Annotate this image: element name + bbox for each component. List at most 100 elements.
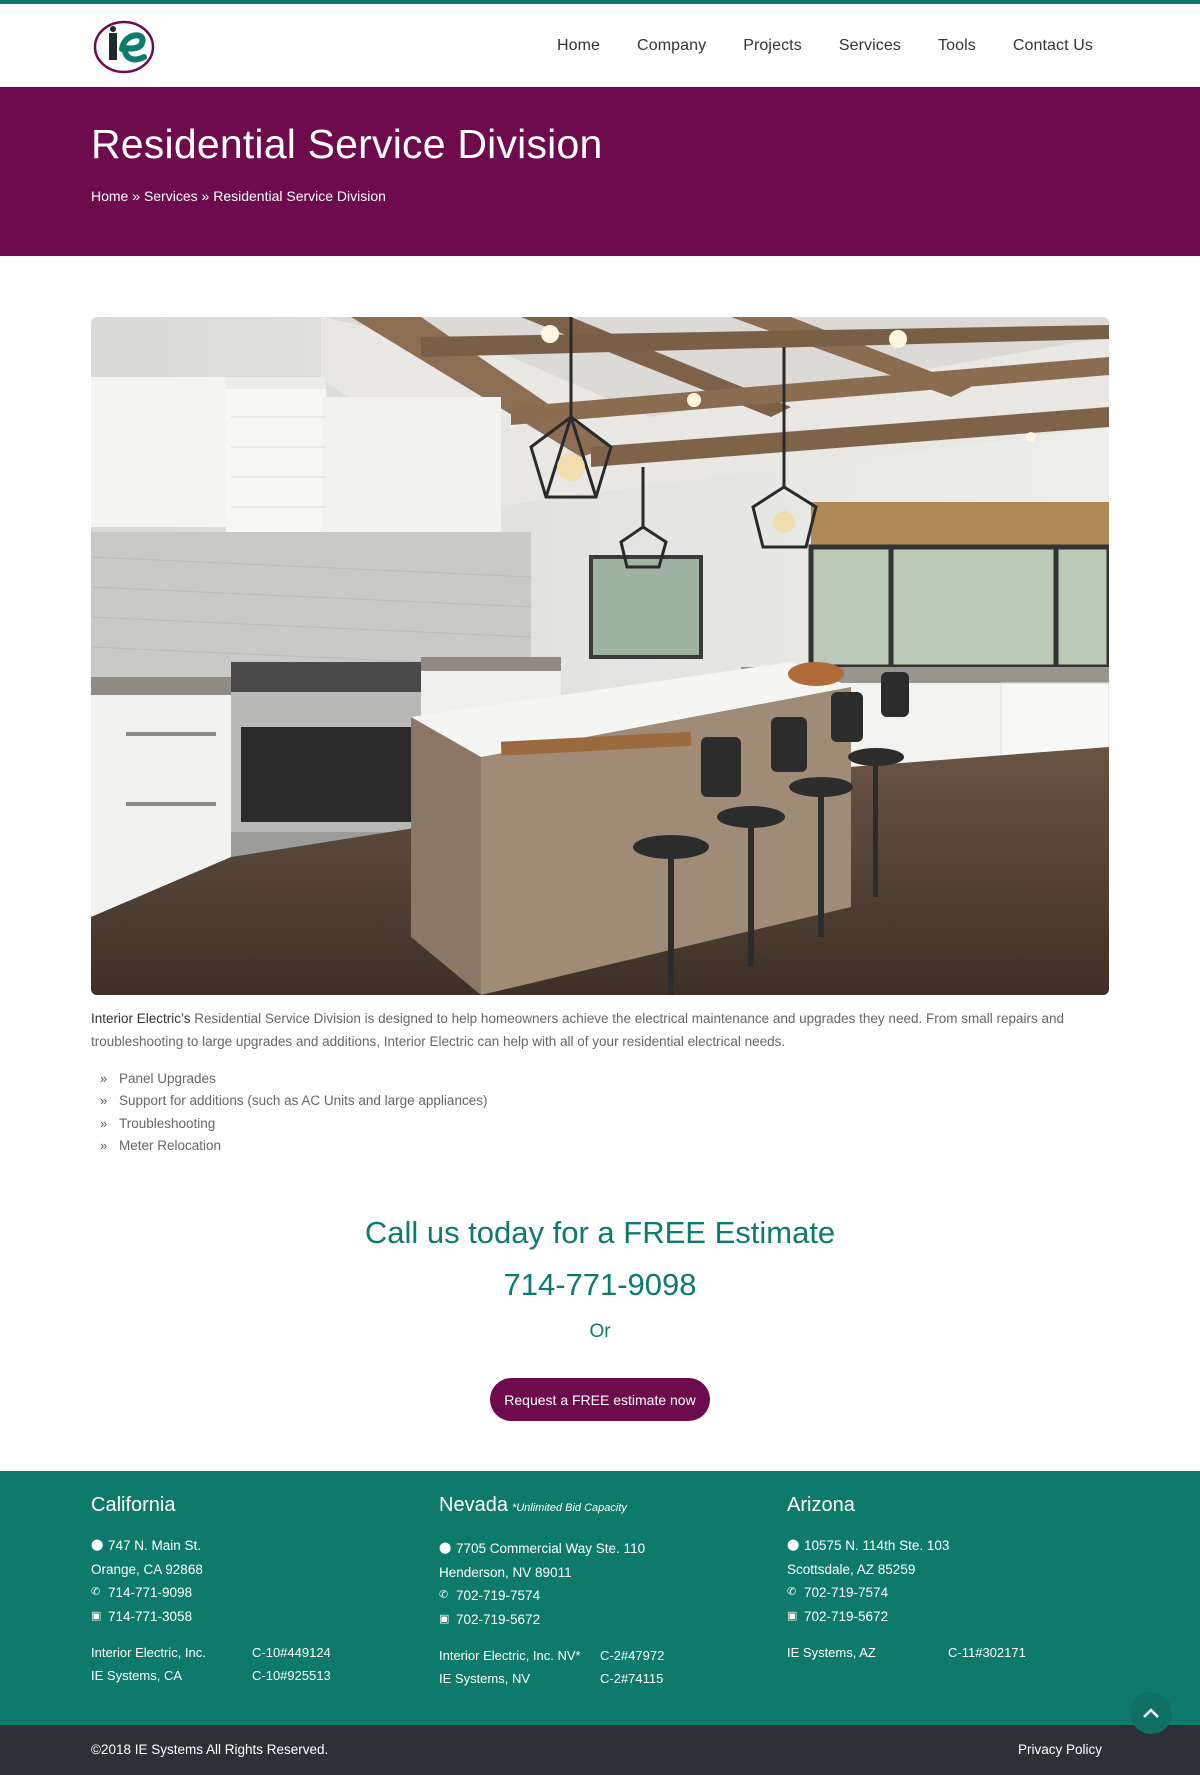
breadcrumb-home-link[interactable]: Home	[91, 188, 128, 204]
phone-number[interactable]: 702-719-7574	[456, 1584, 540, 1608]
address-line: Orange, CA 92868	[91, 1558, 203, 1582]
address-street: 747 N. Main St.	[108, 1538, 202, 1553]
phone-number[interactable]: 714-771-9098	[108, 1581, 192, 1605]
cta-phone-number[interactable]: 714-771-9098	[0, 1267, 1200, 1303]
license-name: Interior Electric, Inc. NV*	[439, 1648, 581, 1663]
kitchen-photo	[91, 317, 1109, 995]
intro-text: Residential Service Division is designed…	[91, 1011, 1065, 1049]
phone-line: ✆ 702-719-7574	[439, 1584, 645, 1608]
cta-or-text: Or	[589, 1321, 611, 1342]
license-list: Interior Electric, Inc. NV* C-2#47972 IE …	[439, 1644, 664, 1690]
bid-capacity-note: *Unlimited Bid Capacity	[511, 1502, 627, 1514]
license-row: Interior Electric, Inc. C-10#449124	[91, 1641, 331, 1664]
license-list: Interior Electric, Inc. C-10#449124 IE Sy…	[91, 1641, 331, 1687]
feature-label: Meter Relocation	[119, 1138, 222, 1154]
license-name: IE Systems, NV	[439, 1671, 531, 1686]
list-item: » Meter Relocation	[100, 1135, 487, 1158]
back-to-top-button[interactable]	[1130, 1692, 1172, 1734]
license-list: IE Systems, AZ C-11#302171	[787, 1641, 1026, 1664]
page-hero-banner: Residential Service Division Home » Serv…	[0, 87, 1200, 256]
address-city: Orange, CA 92868	[91, 1561, 203, 1577]
license-number: C-11#302171	[948, 1645, 1026, 1660]
address-city: Scottsdale, AZ 85259	[787, 1561, 916, 1577]
phone-icon: ✆	[91, 1586, 101, 1598]
breadcrumb-separator: »	[201, 188, 210, 204]
intro-company-name: Interior Electric’s	[91, 1011, 191, 1026]
nav-home[interactable]: Home	[557, 37, 600, 55]
breadcrumb-current: Residential Service Division	[213, 188, 386, 204]
double-chevron-right-icon: »	[100, 1115, 108, 1131]
site-header: Home Company Projects Services Tools Con…	[0, 4, 1200, 87]
phone-icon: ✆	[439, 1589, 449, 1601]
chevron-up-icon	[1143, 1708, 1159, 1718]
address-line: Scottsdale, AZ 85259	[787, 1558, 949, 1582]
fax-icon: ▣	[91, 1609, 102, 1622]
fax-line: ▣ 714-771-3058	[91, 1605, 203, 1629]
phone-line: ✆ 702-719-7574	[787, 1581, 949, 1605]
page-title: Residential Service Division	[91, 121, 603, 167]
address-line: ⬤ 7705 Commercial Way Ste. 110	[439, 1537, 645, 1561]
address-line: ⬤ 10575 N. 114th Ste. 103	[787, 1534, 949, 1558]
phone-icon: ✆	[787, 1586, 797, 1598]
cta-heading: Call us today for a FREE Estimate	[364, 1215, 836, 1250]
location-title: Arizona	[787, 1494, 855, 1516]
location-name: Nevada	[439, 1494, 508, 1516]
address-street: 7705 Commercial Way Ste. 110	[456, 1541, 646, 1556]
list-item: » Troubleshooting	[100, 1112, 487, 1135]
license-row: IE Systems, AZ C-11#302171	[787, 1641, 1026, 1664]
license-name: IE Systems, CA	[91, 1668, 183, 1683]
license-row: IE Systems, NV C-2#74115	[439, 1667, 664, 1690]
nav-services[interactable]: Services	[839, 37, 901, 55]
double-chevron-right-icon: »	[100, 1138, 108, 1154]
phone-line: ✆ 714-771-9098	[91, 1581, 203, 1605]
fax-icon: ▣	[439, 1612, 450, 1625]
map-marker-icon: ⬤	[91, 1539, 104, 1551]
privacy-policy-link[interactable]: Privacy Policy	[1018, 1742, 1102, 1757]
fax-number: 702-719-5672	[456, 1611, 541, 1627]
fax-number: 702-719-5672	[804, 1608, 889, 1624]
address-line: Henderson, NV 89011	[439, 1561, 645, 1585]
main-nav: Home Company Projects Services Tools Con…	[520, 4, 1093, 87]
bottom-bar: ©2018 IE Systems All Rights Reserved. Pr…	[0, 1725, 1200, 1775]
fax-icon: ▣	[787, 1609, 798, 1622]
breadcrumb-separator: »	[132, 188, 141, 204]
location-title: California	[91, 1494, 176, 1516]
location-address: ⬤ 7705 Commercial Way Ste. 110 Henderson,…	[439, 1537, 645, 1631]
fax-line: ▣ 702-719-5672	[787, 1605, 949, 1629]
list-item: » Panel Upgrades	[100, 1067, 487, 1090]
license-name: IE Systems, AZ	[787, 1645, 876, 1660]
license-number: C-2#47972	[600, 1648, 665, 1663]
license-number: C-2#74115	[600, 1671, 664, 1686]
copyright-text: ©2018 IE Systems All Rights Reserved.	[91, 1742, 329, 1757]
license-number: C-10#449124	[252, 1645, 331, 1660]
map-marker-icon: ⬤	[787, 1539, 800, 1551]
address-city: Henderson, NV 89011	[439, 1564, 572, 1580]
breadcrumb: Home » Services » Residential Service Di…	[91, 188, 386, 204]
license-row: Interior Electric, Inc. NV* C-2#47972	[439, 1644, 664, 1667]
location-address: ⬤ 747 N. Main St. Orange, CA 92868 ✆ 714-7…	[91, 1534, 203, 1628]
fax-line: ▣ 702-719-5672	[439, 1608, 645, 1632]
map-marker-icon: ⬤	[439, 1542, 452, 1554]
service-features-list: » Panel Upgrades » Support for additions (…	[100, 1067, 487, 1157]
location-address: ⬤ 10575 N. 114th Ste. 103 Scottsdale, AZ …	[787, 1534, 949, 1628]
nav-tools[interactable]: Tools	[938, 37, 976, 55]
nav-projects[interactable]: Projects	[743, 37, 802, 55]
fax-number: 714-771-3058	[108, 1608, 193, 1624]
nav-contact-us[interactable]: Contact Us	[1013, 37, 1093, 55]
phone-number[interactable]: 702-719-7574	[804, 1581, 888, 1605]
intro-paragraph: Interior Electric’s Residential Service …	[91, 1007, 1109, 1053]
nav-company[interactable]: Company	[637, 37, 706, 55]
address-line: ⬤ 747 N. Main St.	[91, 1534, 203, 1558]
breadcrumb-services-link[interactable]: Services	[144, 188, 198, 204]
license-row: IE Systems, CA C-10#925513	[91, 1664, 331, 1687]
request-estimate-button[interactable]: Request a FREE estimate now	[490, 1378, 710, 1421]
feature-label: Panel Upgrades	[119, 1070, 216, 1086]
site-footer: California ⬤ 747 N. Main St. Orange, CA 9…	[0, 1471, 1200, 1725]
address-street: 10575 N. 114th Ste. 103	[804, 1538, 950, 1553]
double-chevron-right-icon: »	[100, 1093, 108, 1109]
location-title: Nevada *Unlimited Bid Capacity	[439, 1494, 627, 1517]
license-name: Interior Electric, Inc.	[91, 1645, 206, 1660]
company-logo[interactable]	[92, 19, 156, 75]
license-number: C-10#925513	[252, 1668, 331, 1683]
feature-label: Troubleshooting	[119, 1115, 216, 1131]
